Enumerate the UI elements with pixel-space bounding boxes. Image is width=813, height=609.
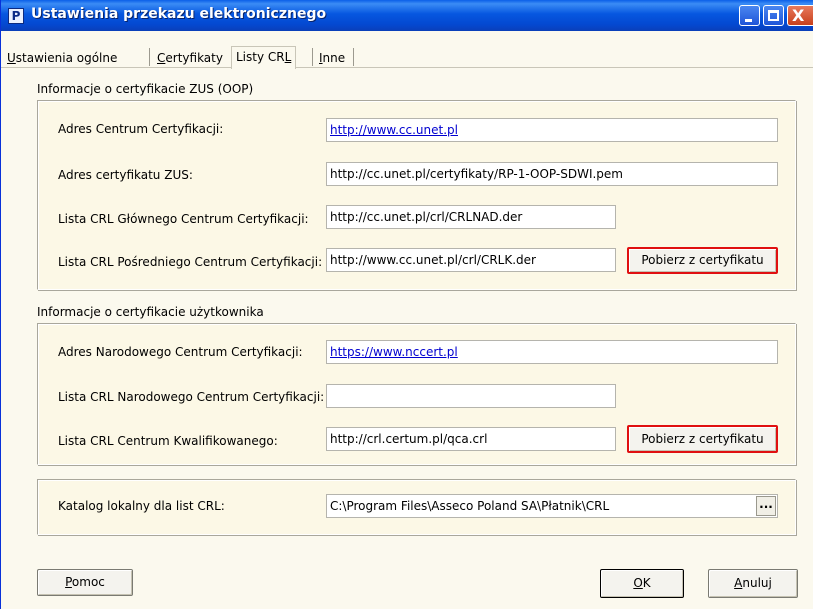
minimize-button[interactable] bbox=[739, 5, 760, 26]
settings-dialog: P Ustawienia przekazu elektronicznego X … bbox=[0, 0, 813, 609]
maximize-button[interactable] bbox=[763, 5, 784, 26]
app-icon: P bbox=[8, 8, 24, 24]
intermediate-cc-crl-input[interactable]: http://www.cc.unet.pl/crl/CRLK.der bbox=[326, 248, 616, 272]
field-label: Adres certyfikatu ZUS: bbox=[58, 168, 193, 182]
tab-strip: Ustawienia ogólne Certyfikaty Listy CRL … bbox=[1, 46, 813, 69]
catalog-group: Katalog lokalny dla list CRL: C:\Program… bbox=[37, 479, 796, 535]
close-button[interactable]: X bbox=[787, 5, 813, 26]
help-button[interactable]: Pomoc bbox=[37, 569, 133, 596]
tab-general[interactable]: Ustawienia ogólne bbox=[3, 48, 121, 68]
user-fetch-from-cert-button[interactable]: Pobierz z certyfikatu bbox=[627, 425, 778, 453]
zus-fetch-from-cert-button[interactable]: Pobierz z certyfikatu bbox=[627, 247, 778, 274]
close-icon: X bbox=[792, 6, 805, 25]
field-label: Adres Narodowego Centrum Certyfikacji: bbox=[58, 345, 303, 359]
cancel-button[interactable]: Anuluj bbox=[708, 569, 798, 598]
tab-crl-lists[interactable]: Listy CRL bbox=[231, 46, 297, 69]
title-bar[interactable]: P Ustawienia przekazu elektronicznego X bbox=[1, 0, 813, 31]
maximize-icon bbox=[768, 10, 779, 21]
user-group-title: Informacje o certyfikacie użytkownika bbox=[37, 305, 264, 319]
tab-separator bbox=[353, 48, 354, 66]
field-label: Adres Centrum Certyfikacji: bbox=[58, 122, 224, 136]
minimize-icon bbox=[745, 19, 752, 22]
tab-certificates[interactable]: Certyfikaty bbox=[153, 48, 227, 68]
field-label: Lista CRL Narodowego Centrum Certyfikacj… bbox=[58, 390, 325, 404]
field-label: Lista CRL Centrum Kwalifikowanego: bbox=[58, 434, 278, 448]
window-title: Ustawienia przekazu elektronicznego bbox=[31, 6, 327, 22]
qualified-cc-crl-input[interactable]: http://crl.certum.pl/qca.crl bbox=[326, 427, 616, 451]
user-group: Adres Narodowego Centrum Certyfikacji: h… bbox=[37, 323, 796, 465]
tab-separator bbox=[149, 48, 150, 66]
cc-address-input[interactable]: http://www.cc.unet.pl bbox=[326, 118, 778, 142]
tab-separator bbox=[312, 48, 313, 66]
browse-folder-button[interactable]: ... bbox=[756, 496, 776, 516]
local-catalog-input[interactable]: C:\Program Files\Asseco Poland SA\Płatni… bbox=[326, 494, 778, 518]
tab-other[interactable]: Inne bbox=[315, 48, 349, 68]
zus-group: Adres Centrum Certyfikacji: http://www.c… bbox=[37, 100, 796, 290]
field-label: Katalog lokalny dla list CRL: bbox=[58, 499, 225, 513]
zus-group-title: Informacje o certyfikacie ZUS (OOP) bbox=[37, 82, 254, 96]
field-label: Lista CRL Pośredniego Centrum Certyfikac… bbox=[58, 255, 323, 269]
field-label: Lista CRL Głównego Centrum Certyfikacji: bbox=[58, 212, 309, 226]
ncc-address-input[interactable]: https://www.nccert.pl bbox=[326, 340, 778, 364]
ncc-crl-input[interactable] bbox=[326, 384, 616, 408]
main-cc-crl-input[interactable]: http://cc.unet.pl/crl/CRLNAD.der bbox=[326, 205, 616, 229]
ok-button[interactable]: OK bbox=[600, 569, 684, 598]
zus-cert-address-input[interactable]: http://cc.unet.pl/certyfikaty/RP-1-OOP-S… bbox=[326, 162, 778, 186]
